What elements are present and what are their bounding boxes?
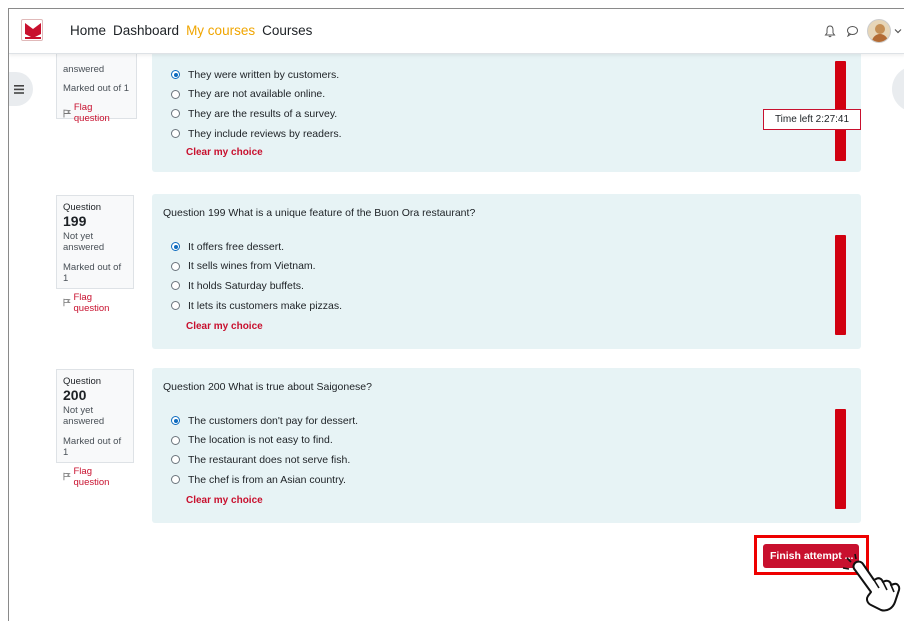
question-info-199: Question 199 Not yet answered Marked out … <box>56 195 134 314</box>
pointing-hand-icon <box>842 553 901 612</box>
flag-icon <box>63 109 71 118</box>
question-info-200: Question 200 Not yet answered Marked out … <box>56 369 134 488</box>
radio[interactable] <box>171 89 180 99</box>
annotation-bar <box>835 409 846 509</box>
course-index-toggle[interactable] <box>9 72 33 106</box>
question-marks: Marked out of 1 <box>63 435 122 458</box>
question-info-198: answered Marked out of 1 Flag question <box>56 47 137 124</box>
nav-dashboard[interactable]: Dashboard <box>113 23 179 38</box>
flag-icon <box>63 299 71 307</box>
site-logo[interactable] <box>21 19 43 41</box>
radio[interactable] <box>171 129 180 139</box>
clear-choice-link[interactable]: Clear my choice <box>186 147 263 158</box>
answer-option[interactable]: They are not available online. <box>171 85 342 105</box>
question-198-content: They were written by customers. They are… <box>152 47 861 172</box>
chevron-down-icon[interactable] <box>891 28 904 34</box>
user-menu-area <box>819 17 904 45</box>
answer-option[interactable]: It holds Saturday buffets. <box>171 276 342 296</box>
answer-option[interactable]: The chef is from an Asian country. <box>171 470 358 490</box>
answer-option[interactable]: They are the results of a survey. <box>171 104 342 124</box>
question-marks: Marked out of 1 <box>63 83 130 95</box>
avatar[interactable] <box>867 19 891 43</box>
answer-option[interactable]: It lets its customers make pizzas. <box>171 296 342 316</box>
radio[interactable] <box>171 109 180 119</box>
nav-courses[interactable]: Courses <box>262 23 312 38</box>
question-state: Not yet answered <box>63 231 105 254</box>
nav-my-courses[interactable]: My courses <box>186 23 255 38</box>
flag-question-link[interactable]: Flag question <box>63 102 130 124</box>
quiz-timer: Time left 2:27:41 <box>763 109 861 130</box>
answer-option[interactable]: It sells wines from Vietnam. <box>171 257 342 277</box>
question-state: Not yet answered <box>63 405 105 428</box>
answer-option[interactable]: They were written by customers. <box>171 65 342 85</box>
flag-question-link[interactable]: Flag question <box>63 292 127 314</box>
primary-navigation: Home Dashboard My courses Courses <box>70 23 312 38</box>
app-frame: Home Dashboard My courses Courses answer… <box>8 8 904 621</box>
answer-option[interactable]: The location is not easy to find. <box>171 431 358 451</box>
question-text: Question 200 What is true about Saigones… <box>163 381 372 393</box>
answer-options: The customers don't pay for dessert. The… <box>171 411 358 489</box>
clear-choice-link[interactable]: Clear my choice <box>186 321 263 332</box>
list-icon <box>14 84 24 94</box>
top-navbar: Home Dashboard My courses Courses <box>9 9 904 54</box>
radio[interactable] <box>171 261 180 271</box>
answer-option[interactable]: It offers free dessert. <box>171 237 342 257</box>
answer-option[interactable]: The restaurant does not serve fish. <box>171 450 358 470</box>
answer-option[interactable]: The customers don't pay for dessert. <box>171 411 358 431</box>
question-text: Question 199 What is a unique feature of… <box>163 207 476 219</box>
bell-icon[interactable] <box>819 20 841 42</box>
radio-selected[interactable] <box>171 70 180 80</box>
chat-bubble-icon[interactable] <box>841 20 863 42</box>
answer-options: It offers free dessert. It sells wines f… <box>171 237 342 315</box>
answer-options: They were written by customers. They are… <box>171 65 342 143</box>
clear-choice-link[interactable]: Clear my choice <box>186 495 263 506</box>
block-drawer-toggle[interactable] <box>892 66 904 112</box>
flag-question-link[interactable]: Flag question <box>63 466 127 488</box>
answer-option[interactable]: They include reviews by readers. <box>171 124 342 144</box>
flag-icon <box>63 473 71 481</box>
question-number: Question 199 <box>63 202 102 229</box>
annotation-bar <box>835 235 846 335</box>
radio[interactable] <box>171 435 180 445</box>
question-200-content: Question 200 What is true about Saigones… <box>152 368 861 523</box>
question-marks: Marked out of 1 <box>63 261 122 284</box>
question-199-content: Question 199 What is a unique feature of… <box>152 194 861 349</box>
radio-selected[interactable] <box>171 242 180 252</box>
question-number: Question 200 <box>63 376 102 403</box>
radio[interactable] <box>171 281 180 291</box>
radio[interactable] <box>171 455 180 465</box>
radio-selected[interactable] <box>171 416 180 426</box>
question-state: answered <box>63 64 105 75</box>
radio[interactable] <box>171 301 180 311</box>
radio[interactable] <box>171 475 180 485</box>
nav-home[interactable]: Home <box>70 23 106 38</box>
